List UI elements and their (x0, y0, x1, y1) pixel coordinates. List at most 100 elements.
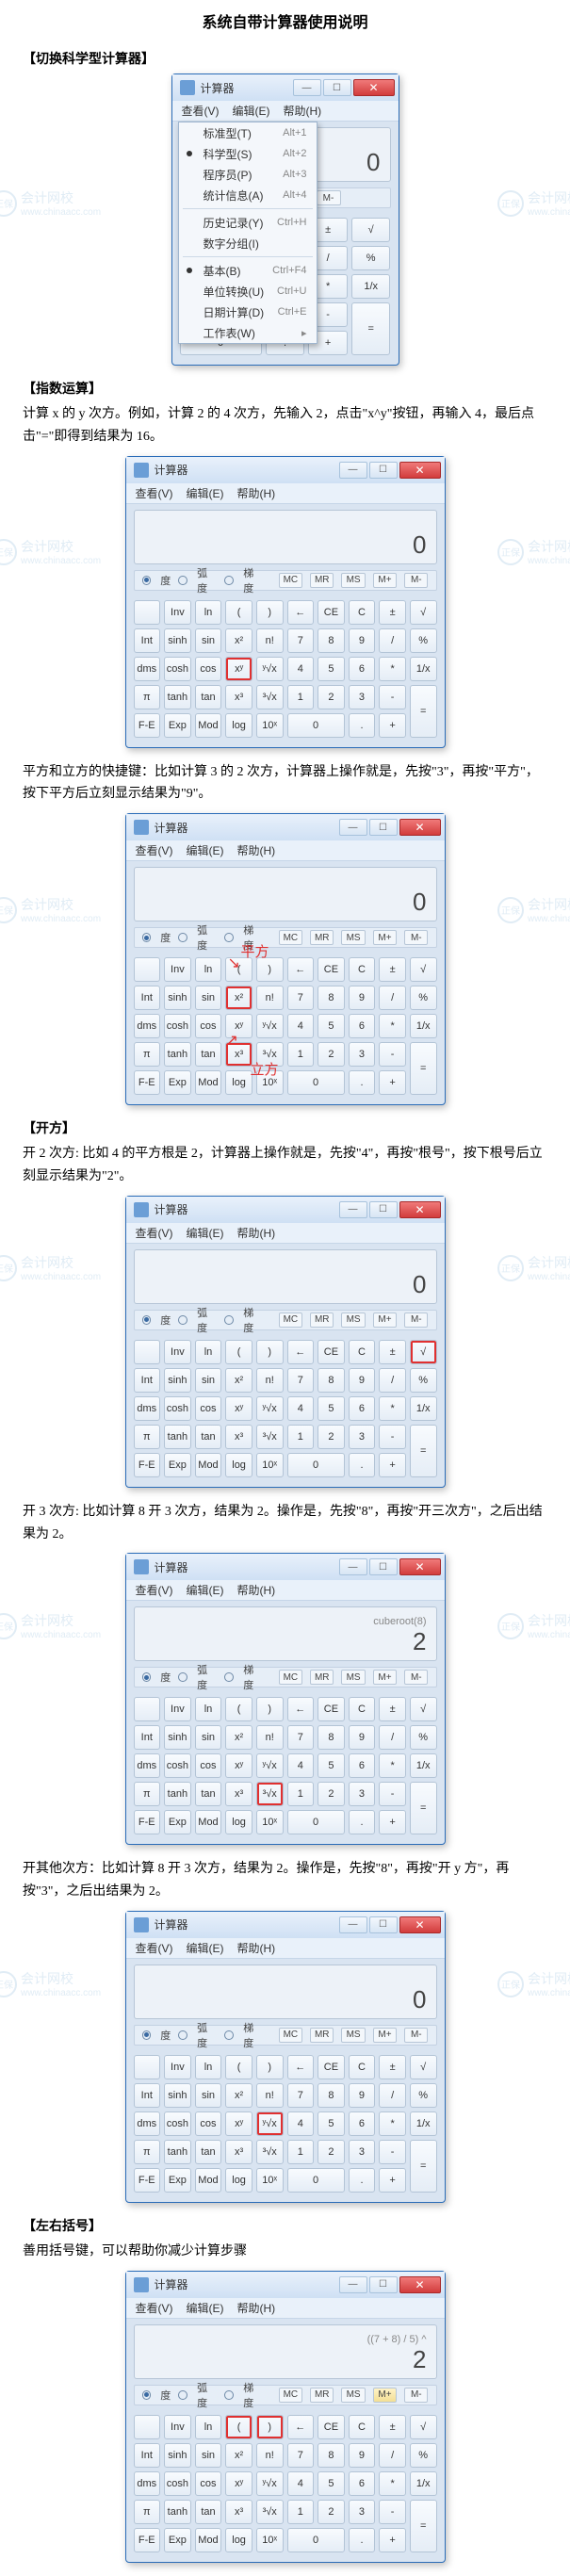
menu-view[interactable]: 查看(V) (136, 1582, 173, 1598)
key-blank[interactable] (134, 2415, 161, 2439)
key-xʸ[interactable]: xʸ (225, 2471, 252, 2496)
key-sin[interactable]: sin (195, 2083, 222, 2108)
key-tanh[interactable]: tanh (164, 2140, 191, 2164)
key-*[interactable]: * (379, 1014, 406, 1038)
key-7[interactable]: 7 (287, 1368, 315, 1393)
key-1/x[interactable]: 1/x (410, 2471, 437, 2496)
radio-rad[interactable] (178, 1315, 187, 1325)
key-7[interactable]: 7 (287, 628, 315, 653)
radio-deg[interactable] (142, 1672, 152, 1682)
key-([interactable]: ( (225, 1340, 252, 1364)
menu-edit[interactable]: 编辑(E) (233, 103, 270, 119)
menu-edit[interactable]: 编辑(E) (187, 2300, 224, 2316)
key-x²[interactable]: x² (225, 628, 252, 653)
key-C[interactable]: C (349, 2055, 376, 2079)
key-Exp[interactable]: Exp (164, 2528, 191, 2552)
key-1/x[interactable]: 1/x (410, 1014, 437, 1038)
key-*[interactable]: * (379, 2111, 406, 2136)
key-xʸ[interactable]: xʸ (225, 1753, 252, 1778)
key-Mod[interactable]: Mod (195, 713, 222, 738)
key-x²[interactable]: x² (225, 2083, 252, 2108)
key-√[interactable]: √ (410, 1340, 437, 1364)
key-CE[interactable]: CE (318, 957, 345, 982)
key-0[interactable]: 0 (287, 2168, 345, 2193)
menu-edit[interactable]: 编辑(E) (187, 1225, 224, 1241)
key-tan[interactable]: tan (195, 685, 222, 709)
menu-edit[interactable]: 编辑(E) (187, 842, 224, 858)
key-log[interactable]: log (225, 2168, 252, 2193)
key-x³[interactable]: x³ (225, 2140, 252, 2164)
key-cosh[interactable]: cosh (164, 2471, 191, 2496)
mem-MS[interactable]: MS (341, 2028, 365, 2043)
key-+[interactable]: + (379, 1810, 406, 1834)
key-dms[interactable]: dms (134, 1014, 161, 1038)
key-2[interactable]: 2 (318, 1042, 345, 1067)
key-([interactable]: ( (225, 1697, 252, 1721)
maximize-button[interactable]: ☐ (369, 462, 398, 479)
key-8[interactable]: 8 (318, 1725, 345, 1750)
mem-M-[interactable]: M- (404, 573, 428, 588)
key-sin[interactable]: sin (195, 1725, 222, 1750)
key-1/x[interactable]: 1/x (351, 274, 391, 299)
mem-MC[interactable]: MC (279, 573, 302, 588)
key-Int[interactable]: Int (134, 1725, 161, 1750)
dropdown-item[interactable]: 标准型(T)Alt+1 (179, 122, 317, 143)
minimize-button[interactable]: — (339, 1558, 367, 1575)
mem-M-[interactable]: M- (404, 2028, 428, 2043)
key-n![interactable]: n! (256, 1368, 284, 1393)
key-F-E[interactable]: F-E (134, 1453, 161, 1477)
key-Int[interactable]: Int (134, 2083, 161, 2108)
key-5[interactable]: 5 (318, 1753, 345, 1778)
radio-rad[interactable] (178, 576, 187, 585)
key-ln[interactable]: ln (195, 2055, 222, 2079)
key-=[interactable]: = (410, 1042, 437, 1095)
key-±[interactable]: ± (379, 2415, 406, 2439)
key-Inv[interactable]: Inv (164, 957, 191, 982)
key-ln[interactable]: ln (195, 1340, 222, 1364)
key-+[interactable]: + (379, 1453, 406, 1477)
key-←[interactable]: ← (287, 2415, 315, 2439)
minimize-button[interactable]: — (339, 2276, 367, 2293)
key-cos[interactable]: cos (195, 1396, 222, 1421)
close-button[interactable]: ✕ (399, 1558, 441, 1575)
key-√[interactable]: √ (410, 1697, 437, 1721)
key-cos[interactable]: cos (195, 1753, 222, 1778)
key-3[interactable]: 3 (349, 1782, 376, 1806)
key-2[interactable]: 2 (318, 2500, 345, 2524)
key-+[interactable]: + (379, 2168, 406, 2193)
key-Inv[interactable]: Inv (164, 2055, 191, 2079)
key-C[interactable]: C (349, 600, 376, 625)
key-3[interactable]: 3 (349, 1042, 376, 1067)
key-π[interactable]: π (134, 2500, 161, 2524)
key-1/x[interactable]: 1/x (410, 1396, 437, 1421)
close-button[interactable]: ✕ (399, 1201, 441, 1218)
key-*[interactable]: * (379, 1396, 406, 1421)
menu-help[interactable]: 帮助(H) (237, 1582, 276, 1598)
key-sinh[interactable]: sinh (164, 2443, 191, 2468)
mem-M+[interactable]: M+ (373, 2028, 397, 2043)
key-xʸ[interactable]: xʸ (225, 1396, 252, 1421)
key-Int[interactable]: Int (134, 1368, 161, 1393)
key-4[interactable]: 4 (287, 2471, 315, 2496)
key-)[interactable]: ) (256, 600, 284, 625)
key-√[interactable]: √ (410, 2055, 437, 2079)
key-0[interactable]: 0 (287, 1070, 345, 1095)
key-4[interactable]: 4 (287, 1753, 315, 1778)
dropdown-item[interactable]: 单位转换(U)Ctrl+U (179, 281, 317, 302)
key-.[interactable]: . (349, 713, 376, 738)
key-Int[interactable]: Int (134, 986, 161, 1010)
key-sin[interactable]: sin (195, 1368, 222, 1393)
key-dms[interactable]: dms (134, 1753, 161, 1778)
key-CE[interactable]: CE (318, 600, 345, 625)
radio-grad[interactable] (224, 2030, 234, 2040)
key-cosh[interactable]: cosh (164, 2111, 191, 2136)
key-x²[interactable]: x² (225, 2443, 252, 2468)
minimize-button[interactable]: — (339, 462, 367, 479)
key-sinh[interactable]: sinh (164, 1725, 191, 1750)
menu-view[interactable]: 查看(V) (182, 103, 220, 119)
key-sinh[interactable]: sinh (164, 986, 191, 1010)
radio-deg[interactable] (142, 933, 152, 942)
mem-MS[interactable]: MS (341, 573, 365, 588)
dropdown-item[interactable]: 历史记录(Y)Ctrl+H (179, 212, 317, 233)
key-ʸ√x[interactable]: ʸ√x (256, 1396, 284, 1421)
